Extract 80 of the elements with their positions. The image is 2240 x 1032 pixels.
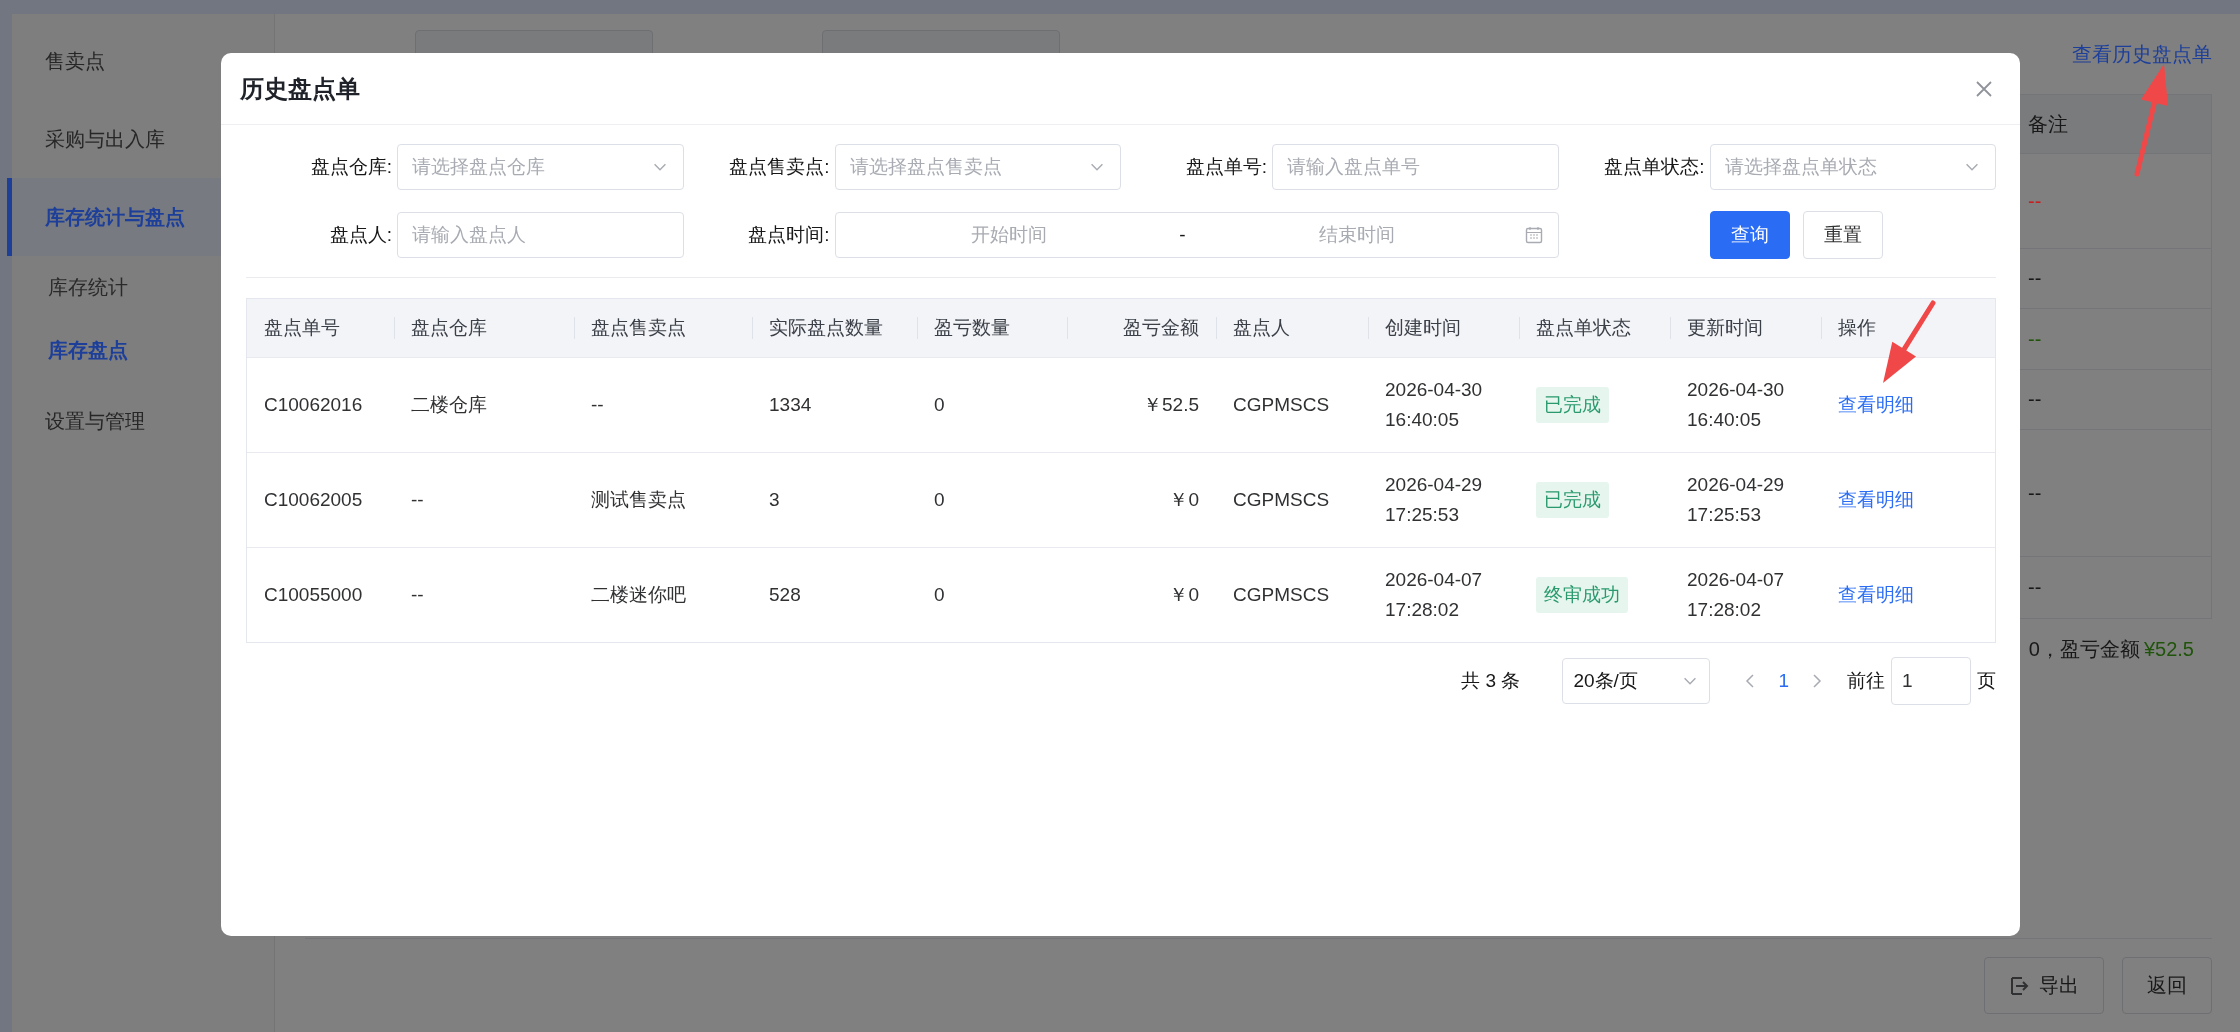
column-header: 盈亏数量 <box>934 316 1010 340</box>
column-header: 盘点单号 <box>264 316 340 340</box>
table-cell-text: ￥0 <box>1169 582 1199 607</box>
table-cell: -- <box>2028 481 2042 505</box>
table-cell-text: C10055000 <box>264 582 363 607</box>
input-field[interactable]: 请输入盘点人 <box>397 212 684 258</box>
table-cell-text: C10062016 <box>264 392 363 417</box>
close-icon[interactable] <box>1974 78 1994 99</box>
view-details-link[interactable]: 查看明细 <box>1838 579 1914 611</box>
filter-label: 盘点单号: <box>1184 155 1267 179</box>
table-cell: -- <box>2028 576 2042 599</box>
table-cell-text: 2026-04-30 16:40:05 <box>1687 377 1786 432</box>
table-cell-text: CGPMSCS <box>1233 582 1330 607</box>
table-cell-text: -- <box>591 392 604 417</box>
view-details-link[interactable]: 查看明细 <box>1838 389 1914 421</box>
table-cell: -- <box>2028 189 2042 213</box>
amount-value: ¥52.5 <box>2143 637 2194 661</box>
export-icon <box>2009 975 2029 996</box>
column-header: 盘点单状态 <box>1536 316 1631 340</box>
status-tag: 终审成功 <box>1536 576 1628 614</box>
select-field[interactable]: 请选择盘点单状态 <box>1709 144 1996 190</box>
table-cell-text: 二楼仓库 <box>411 392 487 417</box>
status-tag: 已完成 <box>1536 481 1609 519</box>
table-cell-text: ￥0 <box>1169 487 1199 512</box>
table-cell-text: 2026-04-29 17:25:53 <box>1687 472 1786 527</box>
table-cell-text: C10062005 <box>264 487 363 512</box>
export-button[interactable]: 导出 <box>1984 957 2104 1014</box>
column-header: 盘点仓库 <box>411 316 487 340</box>
table-cell-text: 0 <box>934 487 945 512</box>
table-cell-text: CGPMSCS <box>1233 487 1330 512</box>
input-field[interactable]: 请输入盘点单号 <box>1272 144 1559 190</box>
select-field[interactable]: 请选择盘点售卖点 <box>834 144 1121 190</box>
filter-label: 盘点售卖点: <box>728 155 830 179</box>
date-range-field[interactable]: 开始时间 - 结束时间 <box>834 212 1559 258</box>
select-field[interactable]: 请选择盘点仓库 <box>397 144 684 190</box>
page-input[interactable]: 1 <box>1891 657 1971 705</box>
total-count: 共 3 条 <box>1461 669 1521 693</box>
history-link[interactable]: 查看历史盘点单 <box>2072 40 2212 68</box>
view-details-link[interactable]: 查看明细 <box>1838 484 1914 516</box>
calendar-icon <box>1523 225 1544 245</box>
dialog-title: 历史盘点单 <box>240 73 360 104</box>
filter-label: 盘点仓库: <box>309 155 392 179</box>
filter-label: 盘点单状态: <box>1603 155 1705 179</box>
filter-label: 盘点时间: <box>747 223 830 247</box>
column-header: 创建时间 <box>1385 316 1461 340</box>
table-cell: -- <box>2028 388 2042 411</box>
back-button[interactable]: 返回 <box>2122 957 2212 1014</box>
page-size-select[interactable]: 20条/页 <box>1562 658 1711 704</box>
table-cell-text: 3 <box>769 487 780 512</box>
summary-text: 0，盈亏金额 <box>2028 636 2140 662</box>
table-cell-text: -- <box>411 582 424 607</box>
page-number[interactable]: 1 <box>1768 670 1799 692</box>
column-header: 盘点人 <box>1233 316 1290 340</box>
column-header: 备注 <box>2028 111 2068 137</box>
table-cell-text: CGPMSCS <box>1233 392 1330 417</box>
table-cell-text: ￥52.5 <box>1143 392 1199 417</box>
column-header: 实际盘点数量 <box>769 316 883 340</box>
column-header: 更新时间 <box>1687 316 1763 340</box>
table-cell-text: 2026-04-30 16:40:05 <box>1385 377 1484 432</box>
table-cell-text: 2026-04-07 17:28:02 <box>1385 567 1484 622</box>
table-cell-text: 二楼迷你吧 <box>591 582 686 607</box>
table-cell: -- <box>2028 267 2042 290</box>
table-cell-text: 0 <box>934 392 945 417</box>
table-cell-text: -- <box>411 487 424 512</box>
table-cell-text: 1334 <box>769 392 812 417</box>
table-cell-text: 2026-04-07 17:28:02 <box>1687 567 1786 622</box>
table-cell-text: 2026-04-29 17:25:53 <box>1385 472 1484 527</box>
filter-label: 盘点人: <box>328 223 392 247</box>
page-suffix: 页 <box>1977 669 1996 693</box>
table-cell-text: 测试售卖点 <box>591 487 686 512</box>
column-header: 操作 <box>1838 316 1876 340</box>
column-header: 盈亏金额 <box>1123 316 1199 340</box>
reset-button[interactable]: 重置 <box>1802 211 1883 259</box>
status-tag: 已完成 <box>1536 386 1609 424</box>
search-button[interactable]: 查询 <box>1709 211 1790 259</box>
table-cell-text: 0 <box>934 582 945 607</box>
table-cell: -- <box>2028 327 2042 351</box>
column-header: 盘点售卖点 <box>591 316 686 340</box>
table-cell-text: 528 <box>769 582 801 607</box>
goto-label: 前往 <box>1847 669 1885 693</box>
